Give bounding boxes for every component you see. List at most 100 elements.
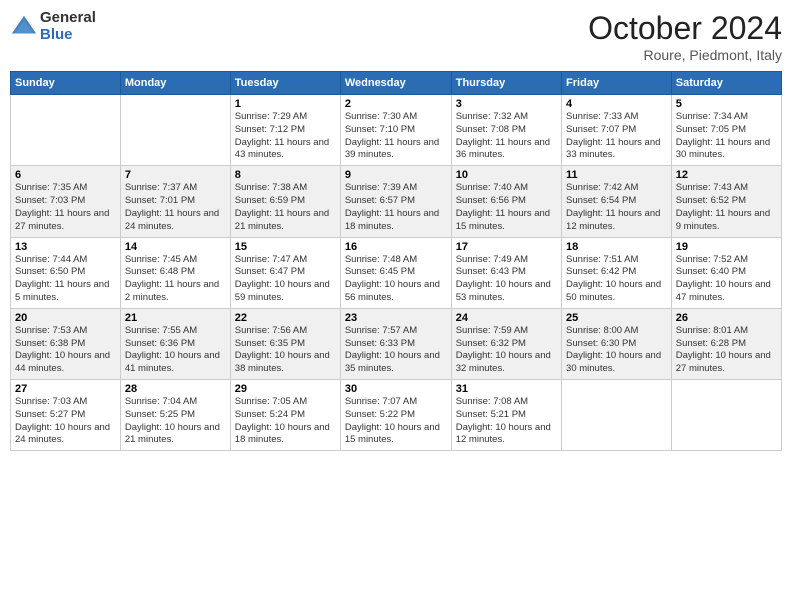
day-number: 9 bbox=[345, 169, 447, 181]
calendar-cell: 25 Sunrise: 8:00 AMSunset: 6:30 PMDaylig… bbox=[562, 308, 672, 379]
col-friday: Friday bbox=[562, 72, 672, 95]
day-number: 6 bbox=[15, 169, 116, 181]
day-info: Sunrise: 7:51 AMSunset: 6:42 PMDaylight:… bbox=[566, 254, 667, 305]
calendar-cell: 20 Sunrise: 7:53 AMSunset: 6:38 PMDaylig… bbox=[11, 308, 121, 379]
day-info: Sunrise: 7:29 AMSunset: 7:12 PMDaylight:… bbox=[235, 111, 336, 162]
calendar-cell: 19 Sunrise: 7:52 AMSunset: 6:40 PMDaylig… bbox=[671, 237, 781, 308]
day-number: 24 bbox=[456, 312, 557, 324]
day-number: 23 bbox=[345, 312, 447, 324]
calendar-week-1: 1 Sunrise: 7:29 AMSunset: 7:12 PMDayligh… bbox=[11, 95, 782, 166]
day-info: Sunrise: 7:03 AMSunset: 5:27 PMDaylight:… bbox=[15, 396, 116, 447]
calendar-cell: 9 Sunrise: 7:39 AMSunset: 6:57 PMDayligh… bbox=[340, 166, 451, 237]
day-number: 10 bbox=[456, 169, 557, 181]
day-info: Sunrise: 7:40 AMSunset: 6:56 PMDaylight:… bbox=[456, 182, 557, 233]
day-info: Sunrise: 7:43 AMSunset: 6:52 PMDaylight:… bbox=[676, 182, 777, 233]
day-number: 27 bbox=[15, 383, 116, 395]
calendar-week-4: 20 Sunrise: 7:53 AMSunset: 6:38 PMDaylig… bbox=[11, 308, 782, 379]
day-info: Sunrise: 7:07 AMSunset: 5:22 PMDaylight:… bbox=[345, 396, 447, 447]
day-number: 15 bbox=[235, 241, 336, 253]
day-info: Sunrise: 7:34 AMSunset: 7:05 PMDaylight:… bbox=[676, 111, 777, 162]
day-info: Sunrise: 7:49 AMSunset: 6:43 PMDaylight:… bbox=[456, 254, 557, 305]
calendar-cell: 2 Sunrise: 7:30 AMSunset: 7:10 PMDayligh… bbox=[340, 95, 451, 166]
day-info: Sunrise: 7:35 AMSunset: 7:03 PMDaylight:… bbox=[15, 182, 116, 233]
day-info: Sunrise: 8:00 AMSunset: 6:30 PMDaylight:… bbox=[566, 325, 667, 376]
title-block: October 2024 Roure, Piedmont, Italy bbox=[588, 10, 782, 63]
calendar-cell: 22 Sunrise: 7:56 AMSunset: 6:35 PMDaylig… bbox=[230, 308, 340, 379]
calendar-cell: 16 Sunrise: 7:48 AMSunset: 6:45 PMDaylig… bbox=[340, 237, 451, 308]
day-number: 8 bbox=[235, 169, 336, 181]
col-monday: Monday bbox=[120, 72, 230, 95]
day-number: 12 bbox=[676, 169, 777, 181]
day-info: Sunrise: 7:56 AMSunset: 6:35 PMDaylight:… bbox=[235, 325, 336, 376]
calendar-cell: 30 Sunrise: 7:07 AMSunset: 5:22 PMDaylig… bbox=[340, 380, 451, 451]
day-number: 21 bbox=[125, 312, 226, 324]
day-number: 29 bbox=[235, 383, 336, 395]
day-info: Sunrise: 7:59 AMSunset: 6:32 PMDaylight:… bbox=[456, 325, 557, 376]
logo-general: General bbox=[40, 10, 96, 27]
col-saturday: Saturday bbox=[671, 72, 781, 95]
day-info: Sunrise: 7:53 AMSunset: 6:38 PMDaylight:… bbox=[15, 325, 116, 376]
day-number: 11 bbox=[566, 169, 667, 181]
calendar-cell: 4 Sunrise: 7:33 AMSunset: 7:07 PMDayligh… bbox=[562, 95, 672, 166]
day-info: Sunrise: 7:32 AMSunset: 7:08 PMDaylight:… bbox=[456, 111, 557, 162]
calendar-cell bbox=[120, 95, 230, 166]
day-number: 26 bbox=[676, 312, 777, 324]
day-number: 31 bbox=[456, 383, 557, 395]
calendar-cell: 13 Sunrise: 7:44 AMSunset: 6:50 PMDaylig… bbox=[11, 237, 121, 308]
calendar-cell: 12 Sunrise: 7:43 AMSunset: 6:52 PMDaylig… bbox=[671, 166, 781, 237]
calendar-cell: 21 Sunrise: 7:55 AMSunset: 6:36 PMDaylig… bbox=[120, 308, 230, 379]
day-info: Sunrise: 7:05 AMSunset: 5:24 PMDaylight:… bbox=[235, 396, 336, 447]
day-info: Sunrise: 7:48 AMSunset: 6:45 PMDaylight:… bbox=[345, 254, 447, 305]
calendar-cell: 8 Sunrise: 7:38 AMSunset: 6:59 PMDayligh… bbox=[230, 166, 340, 237]
calendar-cell: 14 Sunrise: 7:45 AMSunset: 6:48 PMDaylig… bbox=[120, 237, 230, 308]
calendar-table: Sunday Monday Tuesday Wednesday Thursday… bbox=[10, 71, 782, 451]
day-number: 1 bbox=[235, 98, 336, 110]
day-info: Sunrise: 7:04 AMSunset: 5:25 PMDaylight:… bbox=[125, 396, 226, 447]
day-number: 18 bbox=[566, 241, 667, 253]
month-title: October 2024 bbox=[588, 10, 782, 47]
day-number: 7 bbox=[125, 169, 226, 181]
col-sunday: Sunday bbox=[11, 72, 121, 95]
day-number: 16 bbox=[345, 241, 447, 253]
location: Roure, Piedmont, Italy bbox=[588, 47, 782, 63]
day-info: Sunrise: 7:52 AMSunset: 6:40 PMDaylight:… bbox=[676, 254, 777, 305]
calendar-cell: 27 Sunrise: 7:03 AMSunset: 5:27 PMDaylig… bbox=[11, 380, 121, 451]
day-number: 17 bbox=[456, 241, 557, 253]
calendar-cell: 28 Sunrise: 7:04 AMSunset: 5:25 PMDaylig… bbox=[120, 380, 230, 451]
day-number: 28 bbox=[125, 383, 226, 395]
logo: General Blue bbox=[10, 10, 96, 43]
calendar-cell bbox=[11, 95, 121, 166]
calendar-cell: 7 Sunrise: 7:37 AMSunset: 7:01 PMDayligh… bbox=[120, 166, 230, 237]
day-number: 20 bbox=[15, 312, 116, 324]
calendar-week-5: 27 Sunrise: 7:03 AMSunset: 5:27 PMDaylig… bbox=[11, 380, 782, 451]
col-tuesday: Tuesday bbox=[230, 72, 340, 95]
day-info: Sunrise: 7:45 AMSunset: 6:48 PMDaylight:… bbox=[125, 254, 226, 305]
day-info: Sunrise: 7:55 AMSunset: 6:36 PMDaylight:… bbox=[125, 325, 226, 376]
day-info: Sunrise: 7:44 AMSunset: 6:50 PMDaylight:… bbox=[15, 254, 116, 305]
day-info: Sunrise: 7:37 AMSunset: 7:01 PMDaylight:… bbox=[125, 182, 226, 233]
day-info: Sunrise: 7:57 AMSunset: 6:33 PMDaylight:… bbox=[345, 325, 447, 376]
day-number: 14 bbox=[125, 241, 226, 253]
calendar-cell: 18 Sunrise: 7:51 AMSunset: 6:42 PMDaylig… bbox=[562, 237, 672, 308]
calendar-cell: 10 Sunrise: 7:40 AMSunset: 6:56 PMDaylig… bbox=[451, 166, 561, 237]
calendar-cell: 6 Sunrise: 7:35 AMSunset: 7:03 PMDayligh… bbox=[11, 166, 121, 237]
day-info: Sunrise: 7:38 AMSunset: 6:59 PMDaylight:… bbox=[235, 182, 336, 233]
day-number: 13 bbox=[15, 241, 116, 253]
day-number: 3 bbox=[456, 98, 557, 110]
day-info: Sunrise: 7:47 AMSunset: 6:47 PMDaylight:… bbox=[235, 254, 336, 305]
calendar-cell bbox=[671, 380, 781, 451]
calendar-cell: 1 Sunrise: 7:29 AMSunset: 7:12 PMDayligh… bbox=[230, 95, 340, 166]
day-number: 22 bbox=[235, 312, 336, 324]
calendar-cell: 11 Sunrise: 7:42 AMSunset: 6:54 PMDaylig… bbox=[562, 166, 672, 237]
day-info: Sunrise: 7:30 AMSunset: 7:10 PMDaylight:… bbox=[345, 111, 447, 162]
day-info: Sunrise: 8:01 AMSunset: 6:28 PMDaylight:… bbox=[676, 325, 777, 376]
calendar-week-3: 13 Sunrise: 7:44 AMSunset: 6:50 PMDaylig… bbox=[11, 237, 782, 308]
day-info: Sunrise: 7:33 AMSunset: 7:07 PMDaylight:… bbox=[566, 111, 667, 162]
calendar-cell: 29 Sunrise: 7:05 AMSunset: 5:24 PMDaylig… bbox=[230, 380, 340, 451]
col-thursday: Thursday bbox=[451, 72, 561, 95]
calendar-week-2: 6 Sunrise: 7:35 AMSunset: 7:03 PMDayligh… bbox=[11, 166, 782, 237]
day-number: 30 bbox=[345, 383, 447, 395]
page-header: General Blue October 2024 Roure, Piedmon… bbox=[10, 10, 782, 63]
day-number: 19 bbox=[676, 241, 777, 253]
calendar-cell: 15 Sunrise: 7:47 AMSunset: 6:47 PMDaylig… bbox=[230, 237, 340, 308]
